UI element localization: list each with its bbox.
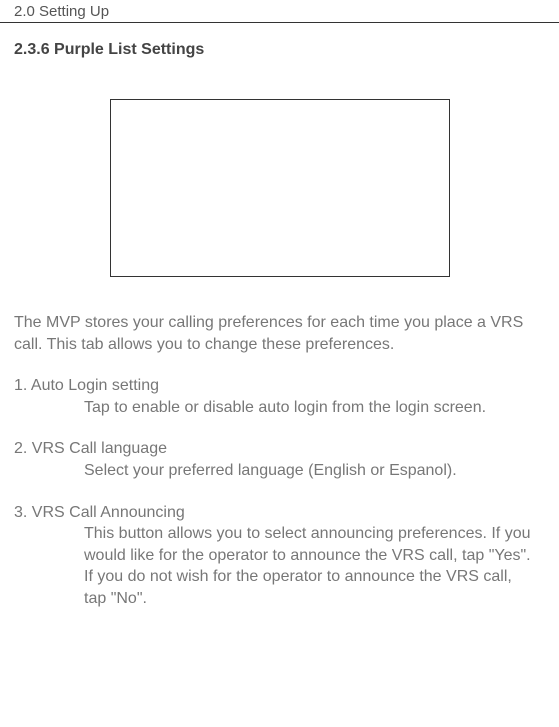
page-header: 2.0 Setting Up bbox=[0, 0, 559, 23]
item-title-1: 1. Auto Login setting bbox=[14, 375, 545, 397]
item-title-3: 3. VRS Call Announcing bbox=[14, 502, 545, 524]
content-area: The MVP stores your calling preferences … bbox=[0, 312, 559, 610]
image-placeholder bbox=[110, 99, 450, 277]
item-title-2: 2. VRS Call language bbox=[14, 438, 545, 460]
item-desc-1: Tap to enable or disable auto login from… bbox=[14, 397, 545, 419]
item-desc-2: Select your preferred language (English … bbox=[14, 460, 545, 482]
intro-paragraph: The MVP stores your calling preferences … bbox=[14, 312, 545, 355]
item-desc-3: This button allows you to select announc… bbox=[14, 523, 545, 609]
breadcrumb: 2.0 Setting Up bbox=[14, 3, 109, 20]
section-title: 2.3.6 Purple List Settings bbox=[0, 23, 559, 59]
